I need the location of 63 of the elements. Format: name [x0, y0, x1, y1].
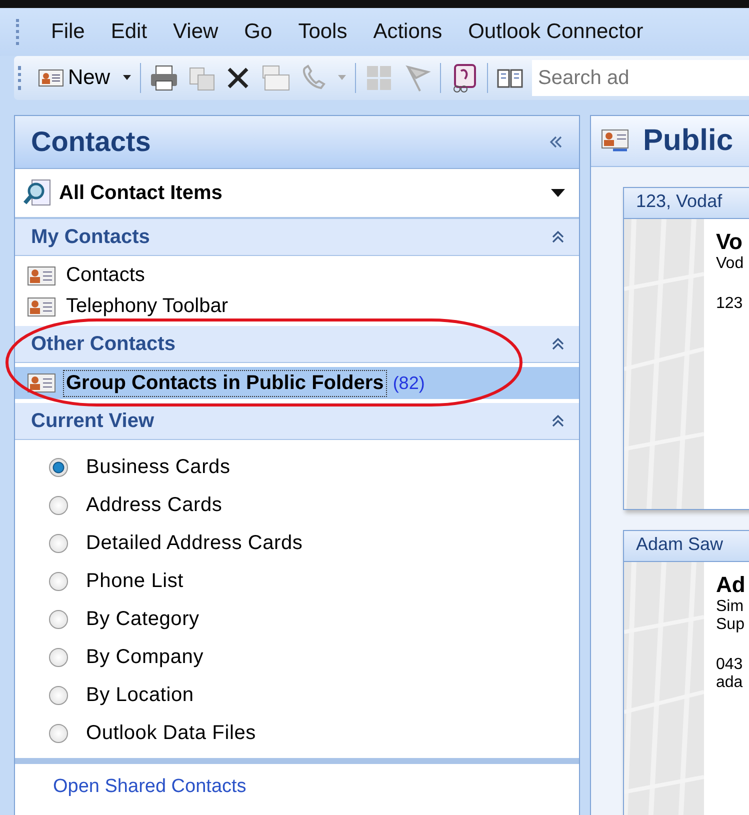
radio-button[interactable]: [49, 496, 68, 514]
view-option-label[interactable]: By Category: [86, 608, 200, 630]
radio-button[interactable]: [49, 534, 68, 552]
folder-item[interactable]: Contacts: [15, 260, 579, 291]
caret-icon[interactable]: [122, 75, 132, 81]
radio-button[interactable]: [49, 724, 68, 742]
section-title: Other Contacts: [31, 332, 176, 356]
contact-card-icon: [38, 69, 64, 87]
card-header: Adam Saw: [636, 534, 724, 554]
contacts-folder-icon: [27, 264, 57, 286]
new-button[interactable]: New: [34, 66, 114, 90]
menu-item[interactable]: Go: [231, 20, 286, 44]
view-option-label[interactable]: Phone List: [86, 570, 184, 592]
radio-button[interactable]: [49, 458, 68, 476]
menu-item[interactable]: Edit: [98, 20, 160, 44]
card-field: 123: [716, 295, 744, 313]
menu-item[interactable]: Actions: [360, 20, 456, 44]
printer-icon[interactable]: [149, 64, 180, 92]
open-shared-contacts-link[interactable]: Open Shared Contacts: [53, 776, 246, 797]
folder-item[interactable]: Telephony Toolbar: [15, 291, 579, 322]
menu-item[interactable]: View: [160, 20, 232, 44]
radio-button[interactable]: [49, 648, 68, 666]
section-header[interactable]: Current View: [15, 403, 579, 440]
contacts-folder-icon: [27, 296, 57, 318]
card-field: Sim: [716, 598, 746, 616]
section-header[interactable]: My Contacts: [15, 219, 579, 256]
search-icon: [23, 178, 53, 208]
contact-name: Ad: [716, 572, 746, 598]
business-card[interactable]: 123, Vodaf Vo Vod 123: [623, 187, 749, 510]
search-field[interactable]: Search ad: [532, 60, 749, 96]
card-field: ada: [716, 674, 746, 692]
menu-item[interactable]: Tools: [285, 20, 360, 44]
view-option-label[interactable]: Business Cards: [86, 456, 230, 478]
menu-item[interactable]: File: [38, 20, 98, 44]
folder-title: Public: [643, 124, 734, 158]
section-title: My Contacts: [31, 226, 150, 248]
view-option-label[interactable]: By Company: [86, 646, 204, 668]
radio-button[interactable]: [49, 610, 68, 628]
dropdown-arrow-icon: [551, 189, 565, 197]
card-field: 043: [716, 656, 746, 674]
card-field: Sup: [716, 616, 746, 634]
view-option-label[interactable]: Outlook Data Files: [86, 722, 256, 744]
contacts-folder-icon: [27, 372, 57, 394]
collapse-icon[interactable]: [549, 136, 563, 148]
pane-title: Contacts: [31, 126, 151, 158]
contact-name: Vo: [716, 229, 744, 255]
section-header[interactable]: Other Contacts: [15, 326, 579, 363]
radio-button[interactable]: [49, 572, 68, 590]
view-option-label[interactable]: By Location: [86, 684, 194, 706]
menu-item[interactable]: Outlook Connector: [455, 20, 656, 44]
business-card[interactable]: Adam Saw Ad Sim Sup 043 ada: [623, 530, 749, 815]
radio-button[interactable]: [49, 686, 68, 704]
card-field: Vod: [716, 255, 744, 273]
item-count: (82): [392, 372, 425, 394]
section-title: Current View: [31, 410, 154, 432]
folder-item[interactable]: Group Contacts in Public Folders (82): [15, 367, 579, 399]
collapse-icon[interactable]: [551, 230, 565, 244]
view-option-label[interactable]: Detailed Address Cards: [86, 532, 303, 554]
collapse-icon[interactable]: [551, 414, 565, 428]
card-header: 123, Vodaf: [636, 191, 722, 211]
collapse-icon[interactable]: [551, 337, 565, 351]
contacts-folder-icon: [601, 128, 631, 154]
view-option-label[interactable]: Address Cards: [86, 494, 222, 516]
